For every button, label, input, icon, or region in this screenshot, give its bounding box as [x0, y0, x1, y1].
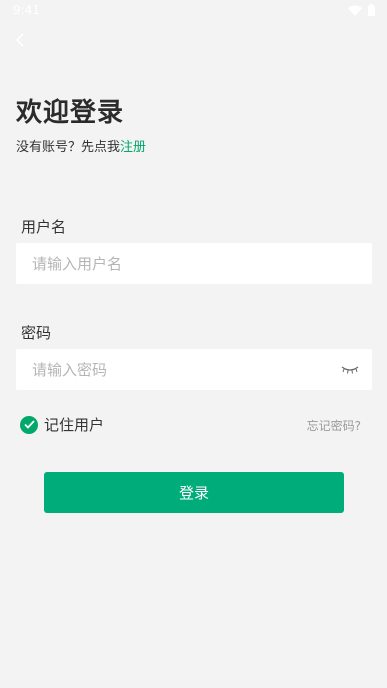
password-field-container	[16, 349, 372, 390]
eye-closed-icon	[341, 366, 359, 374]
forgot-password-link[interactable]: 忘记密码?	[307, 417, 361, 434]
wifi-icon	[348, 5, 362, 16]
username-label: 用户名	[21, 218, 67, 236]
username-field-container	[16, 243, 372, 284]
status-icons	[348, 4, 375, 16]
register-prompt: 没有账号？先点我注册	[16, 136, 146, 155]
battery-icon	[368, 4, 375, 16]
login-button[interactable]: 登录	[44, 472, 344, 513]
status-bar: 9:41	[0, 0, 387, 22]
password-input[interactable]	[16, 349, 372, 390]
password-visibility-toggle[interactable]	[340, 361, 360, 377]
check-icon	[23, 420, 35, 429]
username-input[interactable]	[16, 243, 372, 284]
register-prompt-text: 没有账号？先点我	[16, 140, 121, 155]
status-time: 9:41	[13, 3, 40, 17]
chevron-left-icon	[15, 33, 24, 47]
remember-user-checkbox[interactable]: 记住用户	[20, 414, 104, 435]
back-button[interactable]	[8, 28, 32, 52]
remember-user-label: 记住用户	[44, 416, 105, 434]
register-link[interactable]: 注册	[120, 140, 146, 155]
page-title: 欢迎登录	[16, 98, 125, 128]
password-label: 密码	[21, 324, 52, 342]
remember-check-toggle[interactable]	[20, 415, 38, 434]
